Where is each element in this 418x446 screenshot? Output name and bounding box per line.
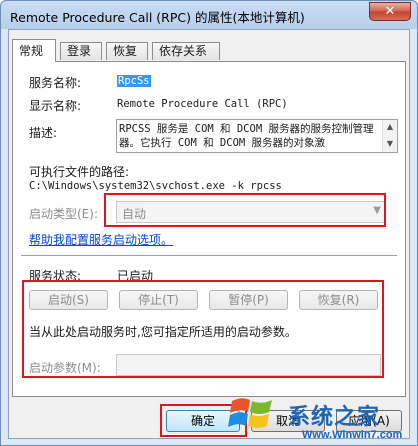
- windows-flag-icon: [228, 398, 272, 428]
- window-title: Remote Procedure Call (RPC) 的属性(本地计算机): [10, 10, 305, 25]
- exe-path-value[interactable]: C:\Windows\system32\svchost.exe -k rpcss: [29, 180, 282, 192]
- tab-logon[interactable]: 登录: [60, 42, 102, 60]
- scroll-up-icon[interactable]: ▲: [383, 120, 397, 134]
- description-text: RPCSS 服务是 COM 和 DCOM 服务器的服务控制管理器。它执行 COM…: [119, 123, 374, 149]
- site-watermark: 系统之家 Www.Winwin7.com: [228, 393, 418, 446]
- description-scrollbar[interactable]: ▲ ▼: [382, 120, 397, 152]
- exe-path-label: 可执行文件的路径:: [29, 165, 130, 179]
- display-name-value[interactable]: Remote Procedure Call (RPC): [117, 98, 288, 110]
- highlight-startup-type: [104, 193, 386, 227]
- startup-type-label: 启动类型(E):: [29, 207, 98, 221]
- tab-dependencies[interactable]: 依存关系: [152, 42, 220, 60]
- highlight-control-buttons: [22, 280, 384, 378]
- tab-recovery[interactable]: 恢复: [106, 42, 148, 60]
- divider: [21, 255, 397, 257]
- service-name-value[interactable]: RpcSs: [117, 75, 151, 87]
- description-label: 描述:: [29, 126, 58, 140]
- scroll-down-icon[interactable]: ▼: [383, 137, 397, 151]
- properties-window: Remote Procedure Call (RPC) 的属性(本地计算机) ✕…: [0, 0, 418, 446]
- tab-general[interactable]: 常规: [12, 39, 56, 62]
- display-name-label: 显示名称:: [29, 99, 82, 113]
- close-icon: ✕: [384, 4, 396, 19]
- tab-label: 恢复: [113, 44, 138, 58]
- description-box[interactable]: RPCSS 服务是 COM 和 DCOM 服务器的服务控制管理器。它执行 COM…: [116, 119, 398, 153]
- help-configure-startup-link[interactable]: 帮助我配置服务启动选项。: [29, 231, 173, 248]
- watermark-brand: 系统之家: [288, 405, 381, 430]
- title-bar[interactable]: Remote Procedure Call (RPC) 的属性(本地计算机) ✕: [1, 1, 417, 29]
- tab-label: 依存关系: [159, 44, 208, 58]
- tab-label: 登录: [67, 44, 92, 58]
- close-button[interactable]: ✕: [369, 2, 411, 21]
- service-name-label: 服务名称:: [29, 76, 82, 90]
- tab-label: 常规: [19, 44, 44, 58]
- watermark-url: Www.Winwin7.com: [302, 429, 403, 441]
